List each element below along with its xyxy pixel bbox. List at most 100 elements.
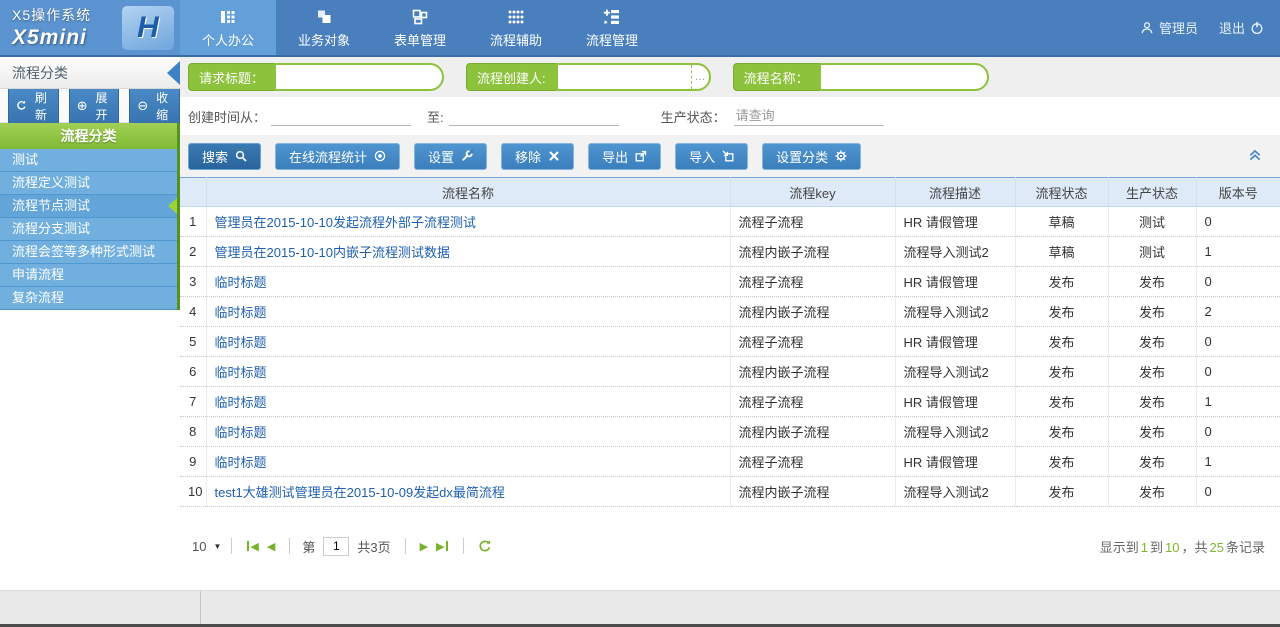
- prod-status-cell: 发布: [1108, 387, 1196, 417]
- category-panel: 流程分类 测试流程定义测试流程节点测试流程分支测试流程会签等多种形式测试申请流程…: [0, 123, 180, 310]
- export-button[interactable]: 导出: [588, 143, 661, 170]
- panel-collapse-arrow-icon[interactable]: [167, 61, 180, 85]
- process-status-cell: 发布: [1015, 297, 1108, 327]
- nav-tab-personal-office[interactable]: 个人办公: [180, 0, 276, 55]
- process-link[interactable]: 管理员在2015-10-10发起流程外部子流程测试: [215, 215, 477, 230]
- process-desc-cell: HR 请假管理: [895, 447, 1015, 477]
- next-page-button[interactable]: ▶: [420, 540, 428, 553]
- prod-status-label: 生产状态：: [661, 107, 726, 126]
- first-page-button[interactable]: ◀: [246, 540, 258, 553]
- date-from-input[interactable]: [271, 106, 411, 126]
- process-manage-icon: [602, 7, 622, 27]
- category-item[interactable]: 流程会签等多种形式测试: [0, 241, 177, 264]
- prev-page-button[interactable]: ◀: [267, 540, 275, 553]
- process-creator-field: 流程创建人:…: [466, 63, 711, 91]
- collapse-search-icon[interactable]: [1248, 148, 1262, 162]
- process-name-field: 流程名称：: [733, 63, 989, 91]
- category-item[interactable]: 测试: [0, 149, 177, 172]
- remove-icon: [548, 150, 560, 162]
- process-link[interactable]: 临时标题: [215, 365, 267, 380]
- power-icon[interactable]: [1250, 21, 1264, 35]
- category-item[interactable]: 复杂流程: [0, 287, 177, 310]
- panel-title: 流程分类: [12, 63, 68, 83]
- column-header: 流程名称: [206, 178, 730, 207]
- table-row: 1管理员在2015-10-10发起流程外部子流程测试流程子流程HR 请假管理草稿…: [180, 207, 1280, 237]
- gear-icon: [835, 150, 847, 162]
- nav-tab-form-manage[interactable]: 表单管理: [372, 0, 468, 55]
- process-creator-input[interactable]: [558, 65, 691, 89]
- side-btn-label: 收缩: [152, 89, 172, 123]
- tb-btn-label: 导出: [602, 147, 628, 166]
- process-link[interactable]: 临时标题: [215, 425, 267, 440]
- category-item[interactable]: 申请流程: [0, 264, 177, 287]
- total-pages-label: 共3页: [357, 537, 390, 556]
- current-user[interactable]: 管理员: [1159, 18, 1198, 37]
- process-link[interactable]: 临时标题: [215, 455, 267, 470]
- system-title: X5操作系统: [12, 5, 114, 25]
- sidebar-panel-header: 流程分类: [0, 57, 180, 89]
- table-row: 7临时标题流程子流程HR 请假管理发布发布1: [180, 387, 1280, 417]
- process-link[interactable]: 临时标题: [215, 305, 267, 320]
- nav-tab-business-objects[interactable]: 业务对象: [276, 0, 372, 55]
- process-key-cell: 流程子流程: [730, 267, 895, 297]
- page-size-select[interactable]: 10 ▼: [192, 539, 221, 554]
- search-button[interactable]: 搜索: [188, 143, 261, 170]
- logo-letter: H: [137, 11, 159, 45]
- settings-button[interactable]: 设置: [414, 143, 487, 170]
- nav-tab-label: 流程辅助: [490, 30, 542, 49]
- process-link[interactable]: 临时标题: [215, 335, 267, 350]
- picker-button[interactable]: …: [691, 65, 709, 89]
- prod-status-cell: 发布: [1108, 357, 1196, 387]
- tb-btn-label: 设置: [428, 147, 454, 166]
- reload-button[interactable]: [478, 539, 492, 553]
- process-desc-cell: HR 请假管理: [895, 207, 1015, 237]
- import-button[interactable]: 导入: [675, 143, 748, 170]
- logo-area: X5操作系统 X5mini H: [0, 0, 180, 55]
- tb-btn-label: 设置分类: [776, 147, 828, 166]
- page-number-input[interactable]: [323, 537, 349, 556]
- table-row: 2管理员在2015-10-10内嵌子流程测试数据流程内嵌子流程流程导入测试2草稿…: [180, 237, 1280, 267]
- refresh-button[interactable]: 刷新: [8, 85, 59, 127]
- nav-tab-label: 流程管理: [586, 30, 638, 49]
- process-key-cell: 流程子流程: [730, 207, 895, 237]
- date-to-input[interactable]: [449, 106, 619, 126]
- category-item[interactable]: 流程节点测试: [0, 195, 177, 218]
- middle: 流程分类 刷新⊕展开⊖收缩 流程分类 测试流程定义测试流程节点测试流程分支测试流…: [0, 57, 1280, 590]
- nav-tab-process-assist[interactable]: 流程辅助: [468, 0, 564, 55]
- process-key-cell: 流程子流程: [730, 327, 895, 357]
- online-process-stat-button[interactable]: 在线流程统计: [275, 143, 400, 170]
- prod-status-input[interactable]: [734, 106, 884, 126]
- table-row: 6临时标题流程内嵌子流程流程导入测试2发布发布0: [180, 357, 1280, 387]
- row-number: 8: [180, 417, 206, 447]
- nav-tab-process-manage[interactable]: 流程管理: [564, 0, 660, 55]
- category-item[interactable]: 流程定义测试: [0, 172, 177, 195]
- expand-icon: ⊕: [77, 99, 88, 112]
- expand-button[interactable]: ⊕展开: [69, 85, 120, 127]
- set-category-button[interactable]: 设置分类: [762, 143, 861, 170]
- category-item[interactable]: 流程分支测试: [0, 218, 177, 241]
- user-icon: [1140, 21, 1154, 35]
- logout-button[interactable]: 退出: [1219, 18, 1245, 37]
- process-desc-cell: HR 请假管理: [895, 267, 1015, 297]
- process-link[interactable]: 临时标题: [215, 275, 267, 290]
- search-row-primary: 请求标题：流程创建人:…流程名称：: [180, 57, 1280, 97]
- remove-button[interactable]: 移除: [501, 143, 574, 170]
- process-link[interactable]: test1大雄测试管理员在2015-10-09发起dx最简流程: [215, 485, 505, 500]
- header-right: 管理员 退出: [1140, 0, 1280, 55]
- table-row: 4临时标题流程内嵌子流程流程导入测试2发布发布2: [180, 297, 1280, 327]
- last-page-button[interactable]: ▶: [436, 540, 448, 553]
- process-name-input[interactable]: [821, 65, 987, 89]
- request-title-input[interactable]: [276, 65, 442, 89]
- collapse-button[interactable]: ⊖收缩: [129, 85, 180, 127]
- table-row: 10test1大雄测试管理员在2015-10-09发起dx最简流程流程内嵌子流程…: [180, 477, 1280, 507]
- process-name-cell: 临时标题: [206, 267, 730, 297]
- row-number: 3: [180, 267, 206, 297]
- date-to-label: 至:: [427, 107, 444, 126]
- row-number: 1: [180, 207, 206, 237]
- process-key-cell: 流程内嵌子流程: [730, 357, 895, 387]
- process-link[interactable]: 临时标题: [215, 395, 267, 410]
- stat-icon: [374, 150, 386, 162]
- sidebar-toolbar: 刷新⊕展开⊖收缩: [0, 89, 180, 123]
- table-body: 1管理员在2015-10-10发起流程外部子流程测试流程子流程HR 请假管理草稿…: [180, 207, 1280, 507]
- process-link[interactable]: 管理员在2015-10-10内嵌子流程测试数据: [215, 245, 451, 260]
